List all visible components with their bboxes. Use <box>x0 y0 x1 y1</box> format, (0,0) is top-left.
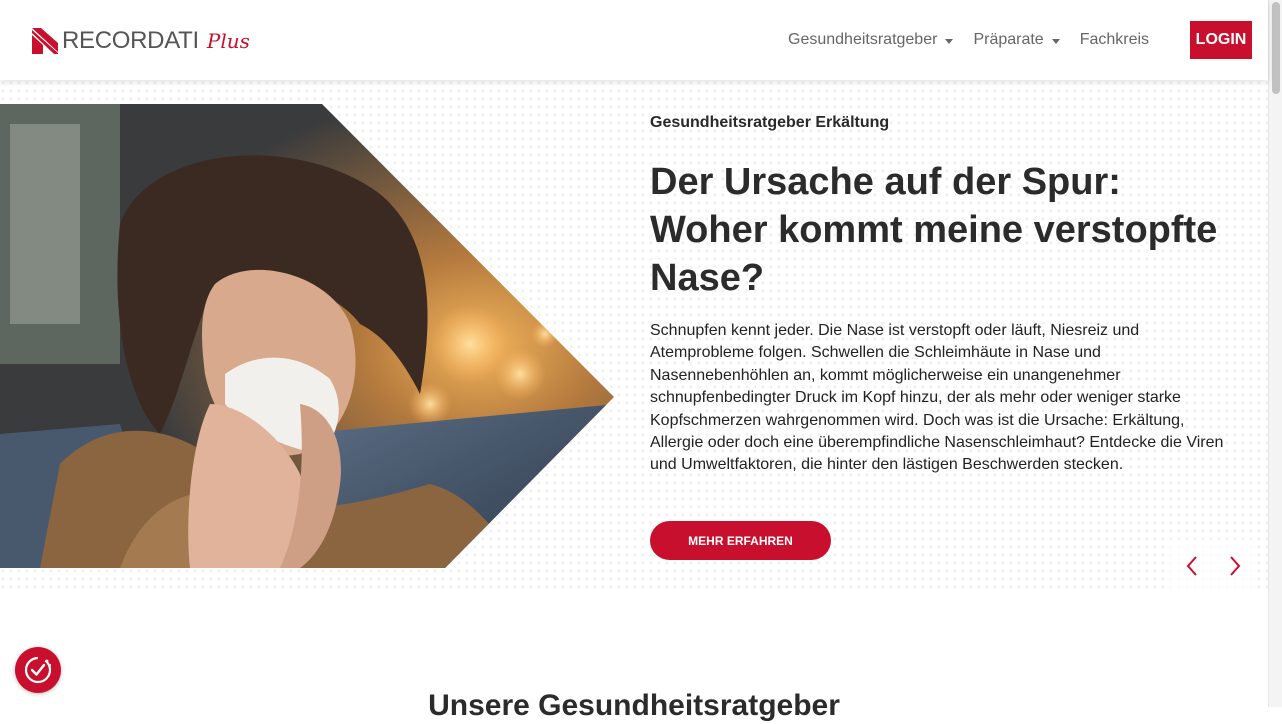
caret-down-icon <box>1051 38 1060 44</box>
page-scrollbar[interactable] <box>1268 0 1282 707</box>
nav-item-label: Präparate <box>973 31 1044 48</box>
site-header: RECORDATI Plus Gesundheitsratgeber Präpa… <box>0 0 1268 80</box>
scrollbar-thumb[interactable] <box>1272 2 1280 94</box>
nav-item-fachkreis[interactable]: Fachkreis <box>1070 31 1159 49</box>
main-nav: Gesundheitsratgeber Präparate Fachkreis <box>778 0 1159 80</box>
chevron-right-icon <box>1229 556 1240 576</box>
hero-eyebrow: Gesundheitsratgeber Erkältung <box>650 114 890 131</box>
nav-item-label: Gesundheitsratgeber <box>788 31 938 48</box>
login-button[interactable]: LOGIN <box>1190 21 1252 59</box>
brand-suffix: Plus <box>206 29 250 53</box>
nav-item-praeparate[interactable]: Präparate <box>963 31 1069 49</box>
caret-down-icon <box>945 38 954 44</box>
recordati-logo-icon <box>32 28 58 54</box>
mehr-erfahren-button[interactable]: MEHR ERFAHREN <box>650 521 831 560</box>
brand-logo[interactable]: RECORDATI Plus <box>32 26 250 56</box>
slider-next-button[interactable] <box>1220 551 1250 581</box>
hero-slider: Gesundheitsratgeber Erkältung Der Ursach… <box>0 80 1268 592</box>
slider-controls <box>1170 540 1256 592</box>
hero-title: Der Ursache auf der Spur: Woher kommt me… <box>650 161 1218 299</box>
chevron-left-icon <box>1186 556 1197 576</box>
accessibility-button[interactable] <box>15 647 61 693</box>
hero-image <box>0 104 614 568</box>
hero-description: Schnupfen kennt jeder. Die Nase ist vers… <box>650 322 1224 474</box>
slider-prev-button[interactable] <box>1177 551 1207 581</box>
hero-content: Gesundheitsratgeber Erkältung Der Ursach… <box>650 104 1240 493</box>
nav-item-label: Fachkreis <box>1079 31 1150 48</box>
section-title: Unsere Gesundheitsratgeber <box>428 689 840 722</box>
brand-name: RECORDATI <box>62 27 199 54</box>
accessibility-check-icon <box>24 656 52 684</box>
nav-item-gesundheitsratgeber[interactable]: Gesundheitsratgeber <box>778 31 963 49</box>
